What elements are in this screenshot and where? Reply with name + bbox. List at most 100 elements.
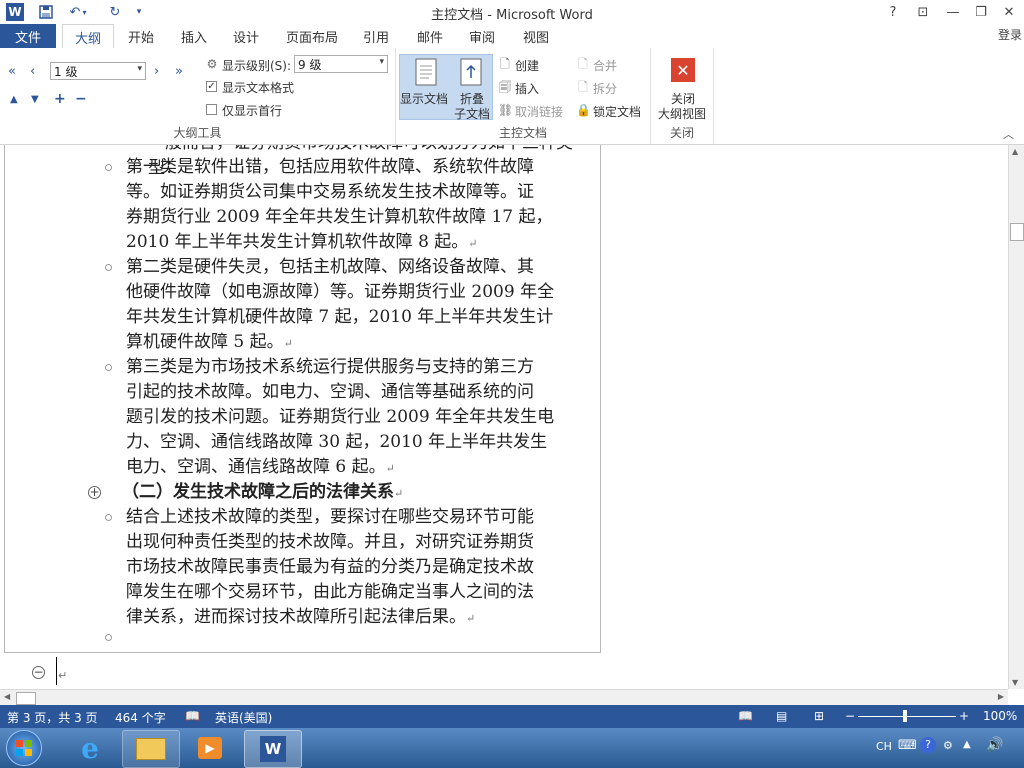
create-button[interactable]: 创建	[515, 57, 539, 74]
ime-indicator[interactable]: CH	[876, 740, 892, 753]
collapse-subdoc-icon[interactable]: −	[32, 666, 45, 679]
help-button[interactable]: ?	[878, 2, 908, 22]
zoom-out-icon[interactable]: −	[845, 709, 855, 723]
scroll-right-icon[interactable]: ▶	[998, 692, 1004, 701]
scroll-thumb[interactable]	[1010, 223, 1024, 241]
close-outline-view-button[interactable]: ✕ 关闭 大纲视图	[651, 56, 713, 121]
unlink-button[interactable]: 取消链接	[515, 103, 563, 120]
vertical-scrollbar[interactable]: ▲ ▼	[1008, 145, 1024, 689]
close-label-2: 大纲视图	[658, 107, 707, 121]
promote-to-heading1-icon[interactable]: «	[8, 64, 16, 79]
merge-button[interactable]: 合并	[593, 57, 617, 74]
demote-to-body-icon[interactable]: »	[175, 64, 183, 79]
collapse-ribbon-icon[interactable]: ︿	[1003, 126, 1014, 142]
body-paragraph-1: 第一类是软件出错，包括应用软件故障、系统软件故障 等。如证券期货公司集中交易系统…	[126, 157, 553, 252]
show-text-format-label: 显示文本格式	[222, 81, 295, 95]
expand-icon[interactable]: +	[54, 91, 66, 107]
unlink-icon: ⛓	[498, 103, 514, 117]
outline-bullet[interactable]	[105, 514, 112, 521]
body-paragraph-4: 结合上述技术故障的类型，要探讨在哪些交易环节可能 出现何种责任类型的技术故障。并…	[126, 507, 534, 627]
body-paragraph-3: 第三类是为市场技术系统运行提供服务与支持的第三方 引起的技术故障。如电力、空调、…	[126, 357, 555, 477]
tab-design[interactable]: 设计	[224, 24, 268, 48]
help-tray-icon[interactable]: ?	[920, 737, 936, 753]
zoom-slider-track[interactable]	[858, 716, 956, 717]
word-count[interactable]: 464 个字	[115, 709, 166, 726]
collapse-subdocuments-icon	[460, 58, 482, 86]
tray-overflow-icon[interactable]: ⚙	[943, 739, 953, 752]
ribbon: « ‹ 1 级 ▾ › » ▲ ▼ + − ⚙ 显示级别(S): 9 级 ▾ ✓ 显…	[0, 48, 1024, 145]
minimize-button[interactable]: —	[938, 2, 968, 22]
close-group-label: 关闭	[669, 126, 694, 140]
word-taskbar-icon[interactable]: W	[244, 730, 302, 768]
close-group: ✕ 关闭 大纲视图 关闭	[651, 48, 714, 144]
proofing-icon[interactable]: 📖	[185, 709, 200, 723]
demote-icon[interactable]: ›	[154, 64, 159, 79]
show-level-label: 显示级别(S):	[222, 59, 292, 73]
paragraph-mark: ↵	[58, 669, 68, 682]
document-area[interactable]: 一般而言，证券期货市场技术故障可以划分为如下三种类型： 第一类是软件出错，包括应…	[0, 145, 1008, 689]
collapse-icon[interactable]: −	[75, 91, 87, 107]
horizontal-scrollbar[interactable]: ◀ ▶	[0, 689, 1008, 706]
outline-heading: （二）发生技术故障之后的法律关系↵	[122, 482, 404, 502]
insert-subdoc-button[interactable]: 插入	[515, 80, 539, 97]
merge-icon: 🗋	[578, 57, 588, 71]
outline-bullet[interactable]	[105, 264, 112, 271]
split-button[interactable]: 拆分	[593, 80, 617, 97]
zoom-level[interactable]: 100%	[983, 709, 1017, 723]
start-orb-icon[interactable]	[0, 730, 48, 766]
show-text-format-checkbox[interactable]: ✓	[206, 81, 217, 92]
body-paragraph-2: 第二类是硬件失灵，包括主机故障、网络设备故障、其 他硬件故障（如电源故障）等。证…	[126, 257, 555, 352]
login-link[interactable]: 登录	[998, 26, 1022, 43]
ribbon-tabs: 文件 大纲 开始 插入 设计 页面布局 引用 邮件 审阅 视图 登录	[0, 24, 1024, 50]
collapse-subdocuments-button[interactable]: 折叠 子文档	[450, 56, 492, 121]
restore-button[interactable]: ❐	[966, 2, 996, 22]
media-player-icon[interactable]: ▶	[182, 730, 238, 766]
show-level-select[interactable]: 9 级 ▾	[294, 55, 388, 73]
zoom-slider-thumb[interactable]	[903, 710, 907, 722]
outline-level-select[interactable]: 1 级 ▾	[50, 62, 146, 80]
tab-mailings[interactable]: 邮件	[408, 24, 452, 48]
scroll-up-icon[interactable]: ▲	[1012, 147, 1018, 156]
show-first-line-label: 仅显示首行	[222, 104, 283, 118]
tab-home[interactable]: 开始	[118, 24, 164, 48]
tab-file[interactable]: 文件	[0, 24, 56, 48]
language[interactable]: 英语(美国)	[215, 709, 272, 726]
scroll-left-icon[interactable]: ◀	[4, 692, 10, 701]
volume-icon[interactable]: 🔊	[986, 737, 1003, 753]
web-layout-icon[interactable]: ⊞	[814, 709, 824, 723]
file-explorer-icon[interactable]	[122, 730, 180, 768]
expand-heading-icon[interactable]: +	[88, 486, 101, 499]
outline-bullet-empty[interactable]	[105, 634, 112, 641]
read-mode-icon[interactable]: 📖	[738, 709, 753, 723]
outline-bullet[interactable]	[105, 364, 112, 371]
title-bar: W ↶ ▾ ↻ ▾ 主控文档 - Microsoft Word ? ⊡ — ❐ ✕	[0, 0, 1024, 24]
tab-review[interactable]: 审阅	[460, 24, 504, 48]
show-document-button[interactable]: 显示文档	[400, 56, 450, 120]
tab-insert[interactable]: 插入	[172, 24, 216, 48]
show-first-line-checkbox[interactable]	[206, 104, 217, 115]
print-layout-icon[interactable]: ▤	[776, 709, 787, 723]
outline-tools-group: « ‹ 1 级 ▾ › » ▲ ▼ + − ⚙ 显示级别(S): 9 级 ▾ ✓ 显…	[0, 48, 396, 144]
internet-explorer-icon[interactable]: e	[62, 730, 118, 766]
zoom-in-icon[interactable]: +	[959, 709, 969, 723]
insert-subdoc-icon: 🗐	[499, 80, 511, 94]
page-count[interactable]: 第 3 页，共 3 页	[7, 709, 98, 726]
ribbon-display-button[interactable]: ⊡	[908, 2, 938, 22]
close-outline-icon: ✕	[671, 58, 695, 82]
close-button[interactable]: ✕	[994, 2, 1024, 22]
show-hidden-icons-icon[interactable]: ▲	[963, 739, 971, 750]
show-document-label: 显示文档	[400, 92, 449, 106]
outline-bullet[interactable]	[105, 164, 112, 171]
lock-document-icon: 🔒	[576, 103, 591, 117]
tab-references[interactable]: 引用	[354, 24, 398, 48]
promote-icon[interactable]: ‹	[30, 64, 35, 79]
tab-view[interactable]: 视图	[514, 24, 558, 48]
tab-outline[interactable]: 大纲	[62, 24, 114, 50]
tab-page-layout[interactable]: 页面布局	[280, 24, 344, 48]
scroll-down-icon[interactable]: ▼	[1012, 678, 1018, 687]
hscroll-thumb[interactable]	[16, 692, 36, 705]
move-up-icon[interactable]: ▲	[10, 94, 18, 105]
move-down-icon[interactable]: ▼	[31, 94, 39, 105]
lock-document-button[interactable]: 锁定文档	[593, 103, 641, 120]
keyboard-icon[interactable]: ⌨	[898, 738, 917, 753]
